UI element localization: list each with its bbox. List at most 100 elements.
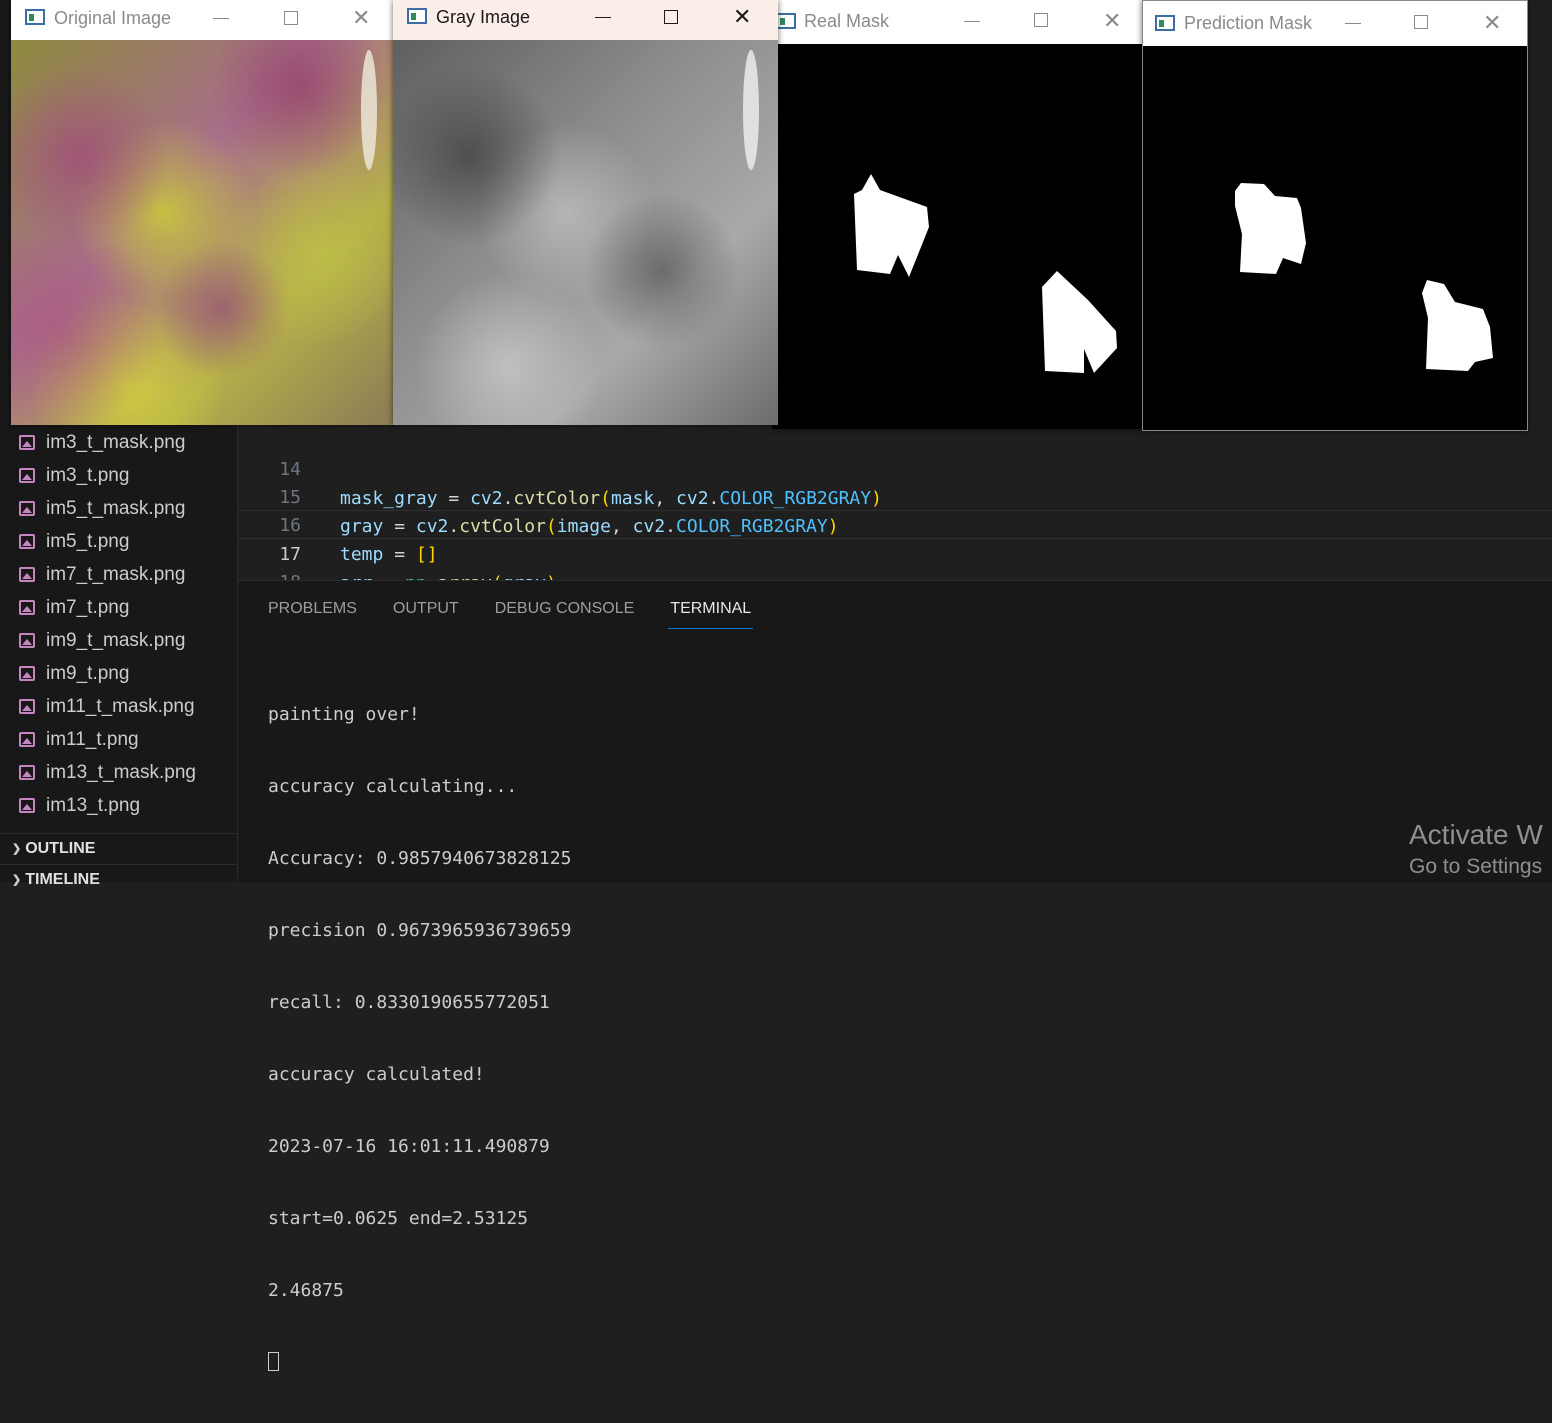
file-name: im9_t.png (46, 662, 130, 684)
file-name: im7_t_mask.png (46, 563, 186, 585)
image-file-icon (19, 732, 35, 747)
code-line: 19 prediction_mask = np.zeros((arr.shape… (238, 567, 1552, 580)
terminal-line: precision 0.9673965936739659 (268, 920, 572, 941)
file-item[interactable]: im11_t.png (0, 723, 237, 756)
image-file-icon (19, 798, 35, 813)
tab-problems[interactable]: PROBLEMS (268, 581, 357, 627)
prediction-mask-window[interactable]: Prediction Mask ✕ (1142, 0, 1528, 431)
terminal-line: 2.46875 (268, 1280, 344, 1301)
titlebar[interactable]: Prediction Mask ✕ (1143, 1, 1527, 46)
gray-image (393, 40, 778, 425)
window-title: Original Image (54, 8, 172, 28)
watermark-line1: Activate W (1409, 819, 1543, 850)
code-line-current: 17 arr = np.array(gray) (238, 510, 1552, 580)
terminal-prompt[interactable] (268, 1351, 571, 1375)
file-item[interactable]: im13_t_mask.png (0, 756, 237, 789)
terminal-line: start=0.0625 end=2.53125 (268, 1208, 529, 1229)
real-mask-window[interactable]: Real Mask ✕ (772, 0, 1145, 429)
terminal-line: 2023-07-16 16:01:11.490879 (268, 1136, 550, 1157)
timeline-label: TIMELINE (25, 870, 100, 888)
minimize-icon[interactable] (595, 17, 611, 18)
code-line: 15 gray = cv2.cvtColor(image, cv2.COLOR_… (238, 454, 1552, 537)
file-name: im3_t.png (46, 464, 130, 486)
file-name: im11_t_mask.png (46, 695, 195, 717)
file-item[interactable]: im3_t_mask.png (0, 426, 237, 459)
window-title: Gray Image (436, 7, 531, 27)
image-file-icon (19, 765, 35, 780)
file-list: im3_t_mask.png im3_t.png im5_t_mask.png … (0, 426, 237, 822)
prediction-mask-canvas (1143, 46, 1527, 430)
original-image-window[interactable]: Original Image ✕ (11, 0, 395, 425)
file-name: im13_t.png (46, 794, 141, 816)
tab-output[interactable]: OUTPUT (393, 581, 459, 627)
maximize-icon[interactable] (1414, 15, 1428, 29)
titlebar[interactable]: Gray Image ✕ (393, 0, 778, 40)
image-file-icon (19, 699, 35, 714)
gray-image-window[interactable]: Gray Image ✕ (393, 0, 778, 425)
timeline-section-header[interactable]: ❯ TIMELINE (0, 864, 237, 894)
image-file-icon (19, 435, 35, 450)
file-item[interactable]: im7_t.png (0, 591, 237, 624)
image-file-icon (19, 633, 35, 648)
original-image (11, 40, 395, 425)
image-file-icon (19, 600, 35, 615)
maximize-icon[interactable] (284, 11, 298, 25)
close-icon[interactable]: ✕ (1103, 10, 1121, 32)
app-icon (1155, 15, 1175, 31)
terminal-line: accuracy calculated! (268, 1064, 485, 1085)
terminal-line: painting over! (268, 704, 420, 725)
image-file-icon (19, 468, 35, 483)
file-item[interactable]: im11_t_mask.png (0, 690, 237, 723)
file-name: im11_t.png (46, 728, 139, 750)
tab-debug-console[interactable]: DEBUG CONSOLE (495, 581, 635, 627)
titlebar[interactable]: Real Mask ✕ (772, 0, 1145, 44)
chevron-right-icon: ❯ (12, 843, 22, 855)
grass-plume (743, 50, 759, 170)
window-title: Prediction Mask (1184, 13, 1313, 33)
maximize-icon[interactable] (664, 10, 678, 24)
terminal-cursor (268, 1352, 279, 1371)
file-item[interactable]: im13_t.png (0, 789, 237, 822)
app-icon (407, 8, 427, 24)
file-name: im13_t_mask.png (46, 761, 196, 783)
minimize-icon[interactable] (1345, 23, 1361, 24)
minimize-icon[interactable] (964, 21, 980, 22)
activation-watermark: Activate W Go to Settings (1409, 818, 1543, 882)
code-line: 16 temp = [] (238, 482, 1552, 565)
file-name: im5_t_mask.png (46, 497, 186, 519)
file-item[interactable]: im5_t_mask.png (0, 492, 237, 525)
file-item[interactable]: im5_t.png (0, 525, 237, 558)
file-item[interactable]: im7_t_mask.png (0, 558, 237, 591)
code-line: 18 mask = np.array(mask_gray) (238, 539, 1552, 580)
outline-section-header[interactable]: ❯ OUTLINE (0, 833, 237, 863)
file-name: im9_t_mask.png (46, 629, 186, 651)
close-icon[interactable]: ✕ (733, 6, 751, 28)
terminal-output[interactable]: painting over! accuracy calculating... A… (268, 655, 571, 1423)
app-icon (776, 13, 796, 29)
close-icon[interactable]: ✕ (352, 7, 370, 29)
image-file-icon (19, 666, 35, 681)
file-item[interactable]: im3_t.png (0, 459, 237, 492)
close-icon[interactable]: ✕ (1483, 12, 1501, 34)
terminal-line: accuracy calculating... (268, 776, 518, 797)
mask-shapes (1235, 183, 1493, 371)
file-name: im5_t.png (46, 530, 130, 552)
app-icon (25, 9, 45, 25)
bottom-panel: PROBLEMS OUTPUT DEBUG CONSOLE TERMINAL p… (238, 580, 1552, 1371)
file-name: im7_t.png (46, 596, 130, 618)
tab-terminal[interactable]: TERMINAL (668, 581, 754, 629)
file-item[interactable]: im9_t_mask.png (0, 624, 237, 657)
titlebar[interactable]: Original Image ✕ (11, 0, 395, 40)
minimize-icon[interactable] (213, 18, 229, 19)
chevron-right-icon: ❯ (12, 874, 22, 886)
image-file-icon (19, 567, 35, 582)
outline-label: OUTLINE (25, 839, 96, 857)
file-item[interactable]: im9_t.png (0, 657, 237, 690)
maximize-icon[interactable] (1034, 13, 1048, 27)
grass-plume (361, 50, 377, 170)
file-name: im3_t_mask.png (46, 431, 186, 453)
code-editor[interactable]: 14 mask_gray = cv2.cvtColor(mask, cv2.CO… (238, 426, 1552, 580)
image-file-icon (19, 501, 35, 516)
window-title: Real Mask (804, 11, 890, 31)
terminal-line: Accuracy: 0.9857940673828125 (268, 848, 572, 869)
